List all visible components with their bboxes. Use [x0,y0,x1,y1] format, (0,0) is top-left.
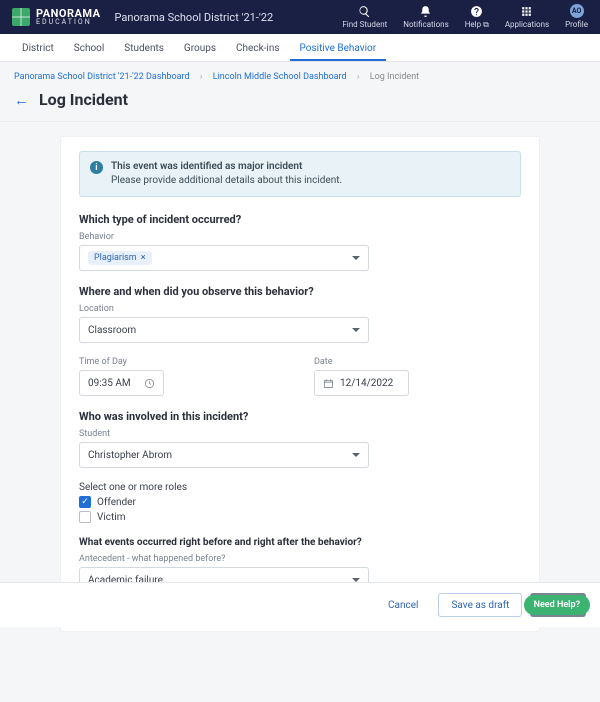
search-icon [358,4,372,18]
avatar-icon: AO [570,4,584,18]
role-offender-label: Offender [97,497,136,508]
alert-title: This event was identified as major incid… [111,160,342,174]
section-where-when-heading: Where and when did you observe this beha… [79,285,521,298]
topbar-item-label: Applications [505,20,549,29]
time-input[interactable]: 09:35 AM [79,370,164,396]
notifications-button[interactable]: Notifications [403,4,448,29]
date-input[interactable]: 12/14/2022 [314,370,409,396]
footer-action-bar: Cancel Save as draft Submit [0,582,600,627]
role-victim-label: Victim [97,512,126,523]
topbar-item-label: Help ⧉ [465,20,489,30]
logo-block[interactable]: PANORAMA EDUCATION [12,8,101,26]
nav-checkins[interactable]: Check-ins [226,43,290,61]
student-value: Christopher Abrom [88,450,172,461]
location-value: Classroom [88,325,136,336]
chevron-down-icon [352,453,360,457]
info-icon: i [90,161,103,174]
student-select[interactable]: Christopher Abrom [79,442,369,468]
chevron-down-icon [352,328,360,332]
help-icon [470,4,484,18]
behavior-select[interactable]: Plagiarism × [79,245,369,271]
breadcrumb-current: Log Incident [370,72,419,82]
checkbox-offender[interactable]: ✓ [79,496,91,508]
behavior-label: Behavior [79,232,521,242]
breadcrumb-link-district[interactable]: Panorama School District '21-'22 Dashboa… [14,72,190,82]
topbar-item-label: Notifications [403,20,448,29]
role-victim-row[interactable]: Victim [79,511,521,523]
navbar: District School Students Groups Check-in… [0,34,600,62]
section-incident-type-heading: Which type of incident occurred? [79,213,521,226]
topbar-item-label: Find Student [342,20,387,29]
brand-sub: EDUCATION [36,19,101,26]
breadcrumb-link-school[interactable]: Lincoln Middle School Dashboard [213,72,347,82]
nav-students[interactable]: Students [114,43,174,61]
remove-chip-icon[interactable]: × [141,253,146,263]
chevron-right-icon: › [200,72,203,82]
alert-body: Please provide additional details about … [111,174,342,188]
topbar-items: Find Student Notifications Help ⧉ Applic… [342,4,588,30]
section-events-heading: What events occurred right before and ri… [79,537,521,548]
logo-text: PANORAMA EDUCATION [36,8,101,26]
help-button[interactable]: Help ⧉ [465,4,489,30]
topbar: PANORAMA EDUCATION Panorama School Distr… [0,0,600,34]
logo-icon [12,8,30,26]
time-value: 09:35 AM [88,378,131,389]
antecedent-label: Antecedent - what happened before? [79,554,521,564]
date-value: 12/14/2022 [340,378,393,389]
student-label: Student [79,429,521,439]
district-name: Panorama School District '21-'22 [115,11,274,24]
bell-icon [419,4,433,18]
nav-school[interactable]: School [64,43,115,61]
location-label: Location [79,304,521,314]
breadcrumb: Panorama School District '21-'22 Dashboa… [0,62,600,88]
clock-icon [144,378,155,389]
nav-district[interactable]: District [12,43,64,61]
section-who-heading: Who was involved in this incident? [79,410,521,423]
incident-form-card: i This event was identified as major inc… [60,136,540,632]
need-help-button[interactable]: Need Help? [524,595,590,615]
cancel-button[interactable]: Cancel [376,593,430,617]
save-draft-button[interactable]: Save as draft [438,593,522,617]
role-offender-row[interactable]: ✓ Offender [79,496,521,508]
chevron-right-icon: › [357,72,360,82]
time-label: Time of Day [79,357,164,367]
location-select[interactable]: Classroom [79,317,369,343]
back-arrow-icon[interactable]: ← [14,91,29,109]
nav-positive-behavior[interactable]: Positive Behavior [290,43,387,61]
topbar-item-label: Profile [565,20,588,29]
checkbox-victim[interactable] [79,511,91,523]
behavior-chip: Plagiarism × [88,251,152,265]
apps-icon [520,4,534,18]
major-incident-alert: i This event was identified as major inc… [79,151,521,197]
find-student-button[interactable]: Find Student [342,4,387,29]
roles-label: Select one or more roles [79,482,521,493]
applications-button[interactable]: Applications [505,4,549,29]
divider [0,121,600,122]
behavior-chip-text: Plagiarism [94,253,137,263]
calendar-icon [323,378,334,389]
page-title: Log Incident [39,90,128,109]
date-label: Date [314,357,409,367]
nav-groups[interactable]: Groups [174,43,226,61]
chevron-down-icon [352,256,360,260]
page-title-row: ← Log Incident [0,88,600,121]
profile-button[interactable]: AO Profile [565,4,588,29]
